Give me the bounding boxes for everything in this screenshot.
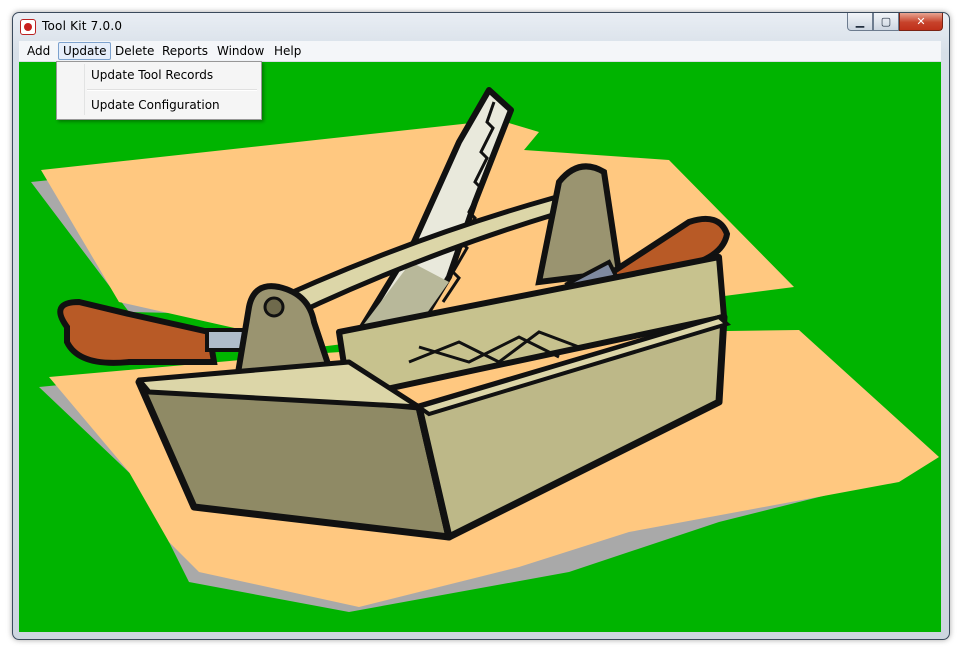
menu-window[interactable]: Window	[213, 43, 268, 59]
title-bar[interactable]: Tool Kit 7.0.0 ▁ ▢ ✕	[13, 13, 949, 41]
toolbox-illustration	[31, 87, 939, 612]
menu-add[interactable]: Add	[23, 43, 54, 59]
menu-separator	[87, 89, 257, 91]
update-dropdown-menu: Update Tool Records Update Configuration	[56, 61, 262, 120]
minimize-button[interactable]: ▁	[847, 13, 873, 31]
menu-reports[interactable]: Reports	[158, 43, 212, 59]
close-button[interactable]: ✕	[899, 13, 943, 31]
window-title: Tool Kit 7.0.0	[42, 19, 123, 33]
menu-item-label: Update Configuration	[91, 98, 220, 112]
menu-update[interactable]: Update	[58, 42, 112, 60]
mdi-client-area	[19, 62, 941, 632]
menu-bar: Add Update Delete Reports Window Help	[19, 41, 941, 62]
menu-item-update-tool-records[interactable]: Update Tool Records	[59, 64, 257, 86]
window-controls: ▁ ▢ ✕	[847, 13, 943, 33]
app-icon[interactable]	[20, 19, 36, 35]
menu-help[interactable]: Help	[270, 43, 305, 59]
menu-item-update-configuration[interactable]: Update Configuration	[59, 94, 257, 116]
menu-delete[interactable]: Delete	[111, 43, 158, 59]
maximize-button[interactable]: ▢	[873, 13, 899, 31]
menu-item-label: Update Tool Records	[91, 68, 214, 82]
